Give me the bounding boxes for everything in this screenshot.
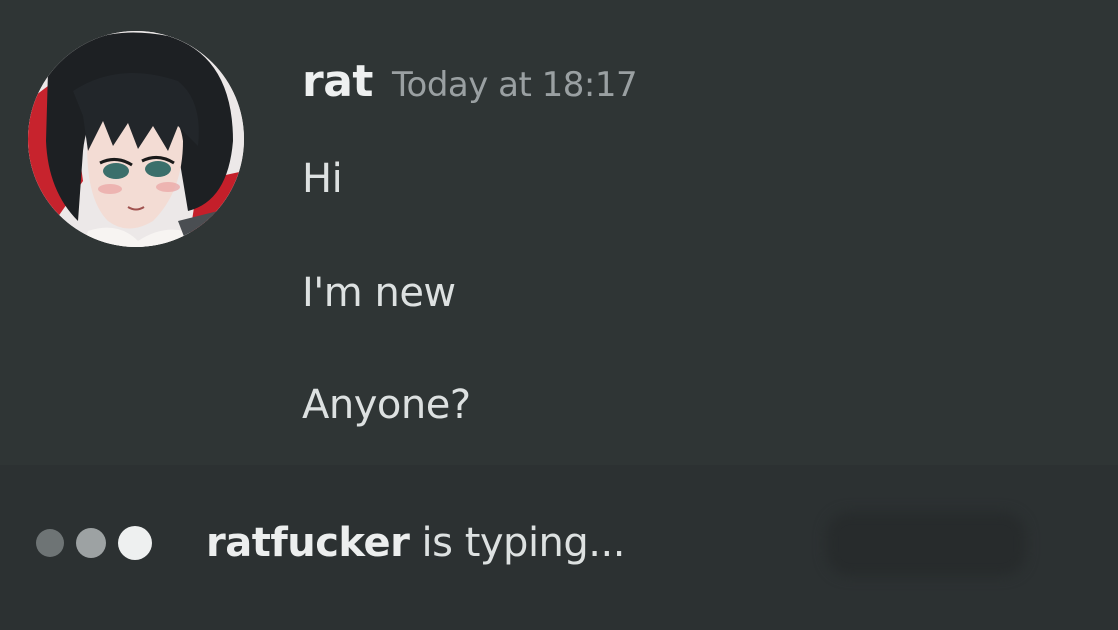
typing-dots-icon — [36, 526, 192, 560]
message-group: rat Today at 18:17 Hi I'm new Anyone? — [0, 0, 1118, 465]
message-text: I'm new — [302, 270, 456, 316]
author-username[interactable]: rat — [302, 56, 373, 107]
typing-dot — [76, 528, 106, 558]
blurred-area — [826, 512, 1026, 576]
message-header: rat Today at 18:17 — [302, 56, 638, 107]
typing-indicator: ratfucker is typing... — [36, 520, 625, 566]
message-text: Hi — [302, 156, 343, 202]
typing-dot — [36, 529, 64, 557]
chat-area: rat Today at 18:17 Hi I'm new Anyone? — [0, 0, 1118, 465]
message-text: Anyone? — [302, 382, 471, 428]
typing-text: ratfucker is typing... — [206, 520, 625, 566]
typing-dot — [118, 526, 152, 560]
user-avatar[interactable] — [28, 31, 244, 247]
avatar-image — [28, 31, 244, 247]
typing-username: ratfucker — [206, 520, 410, 566]
message-timestamp: Today at 18:17 — [392, 65, 638, 105]
typing-suffix: is typing... — [421, 520, 626, 566]
